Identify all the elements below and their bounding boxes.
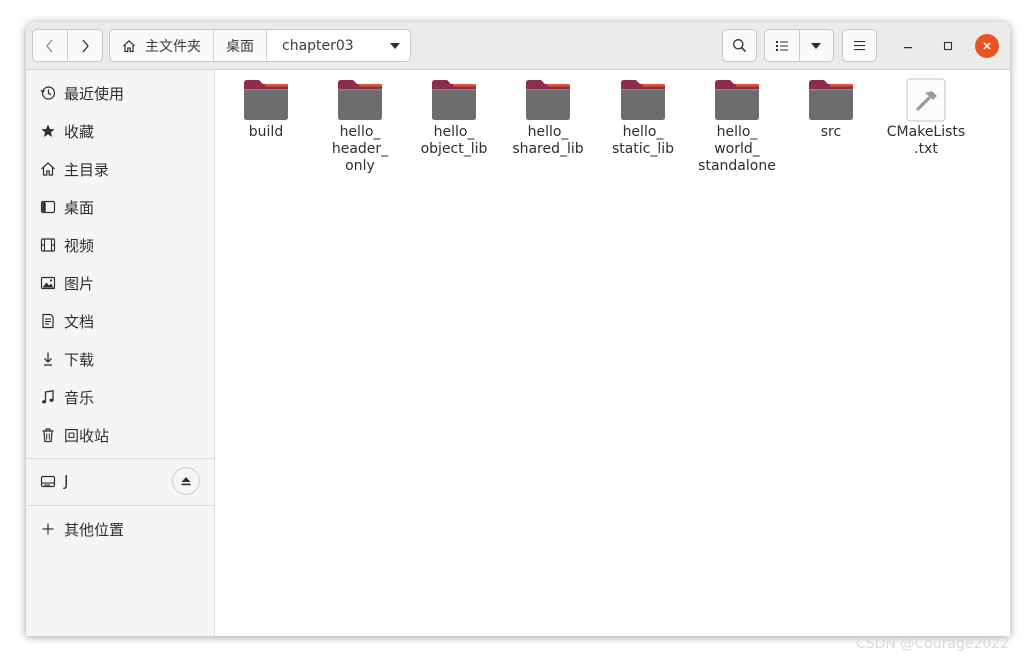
folder-icon xyxy=(432,80,476,120)
sidebar-item-label: 桌面 xyxy=(64,198,95,217)
sidebar-item-label: 收藏 xyxy=(64,122,95,141)
sidebar: 最近使用 收藏 主目录 桌面 视频 图片 文档 下载 音乐 回收站 J 其他位置 xyxy=(26,70,215,636)
maximize-icon xyxy=(943,41,953,51)
breadcrumb: 主文件夹 桌面 chapter03 xyxy=(109,29,411,62)
folder-item-hello-shared-lib[interactable]: hello_ shared_lib xyxy=(502,78,594,158)
video-icon xyxy=(40,238,56,252)
sidebar-item-drive-j[interactable]: J xyxy=(26,462,214,500)
drive-icon xyxy=(40,475,56,488)
list-view-button[interactable] xyxy=(765,30,799,61)
file-label: hello_ shared_lib xyxy=(512,124,584,157)
sidebar-item-starred[interactable]: 收藏 xyxy=(26,112,214,150)
file-label: build xyxy=(248,124,284,140)
navigation-buttons xyxy=(32,29,103,62)
file-label: CMakeLists .txt xyxy=(886,124,966,157)
folder-icon xyxy=(715,80,759,120)
header-bar: 主文件夹 桌面 chapter03 xyxy=(26,22,1010,70)
file-item-cmakelists[interactable]: CMakeLists .txt xyxy=(880,78,972,158)
chevron-down-icon xyxy=(390,42,400,49)
sidebar-item-desktop[interactable]: 桌面 xyxy=(26,188,214,226)
minimize-button[interactable] xyxy=(896,34,920,58)
folder-item-src[interactable]: src xyxy=(785,78,877,141)
back-button[interactable] xyxy=(33,30,67,61)
home-icon xyxy=(41,162,55,176)
folder-icon xyxy=(244,80,288,120)
sidebar-item-label: 主目录 xyxy=(64,160,110,179)
view-toggle-group xyxy=(764,29,834,62)
menu-button[interactable] xyxy=(842,29,877,62)
breadcrumb-home[interactable]: 主文件夹 xyxy=(110,30,213,61)
chevron-right-icon xyxy=(82,39,89,52)
hamburger-icon xyxy=(854,41,865,51)
sidebar-item-home[interactable]: 主目录 xyxy=(26,150,214,188)
picture-icon xyxy=(40,276,56,290)
folder-item-hello-world-standalone[interactable]: hello_ world_ standalone xyxy=(691,78,783,175)
sidebar-item-pictures[interactable]: 图片 xyxy=(26,264,214,302)
plus-icon xyxy=(42,523,54,535)
document-icon xyxy=(42,313,54,329)
chevron-down-icon xyxy=(811,42,822,49)
eject-icon xyxy=(181,477,191,486)
sidebar-item-label: 音乐 xyxy=(64,388,95,407)
view-options-button[interactable] xyxy=(798,30,834,61)
maximize-button[interactable] xyxy=(936,34,960,58)
sidebar-item-label: 最近使用 xyxy=(64,84,125,103)
close-button[interactable] xyxy=(975,34,999,58)
sidebar-item-downloads[interactable]: 下载 xyxy=(26,340,214,378)
clock-icon xyxy=(40,86,56,100)
minimize-icon xyxy=(904,47,912,49)
breadcrumb-home-label: 主文件夹 xyxy=(145,38,201,55)
star-icon xyxy=(41,124,55,137)
close-icon xyxy=(983,42,991,50)
breadcrumb-current-label: chapter03 xyxy=(282,37,354,54)
sidebar-item-other-locations[interactable]: 其他位置 xyxy=(26,510,214,548)
sidebar-item-label: 其他位置 xyxy=(64,520,125,539)
search-button[interactable] xyxy=(722,29,757,62)
file-label: hello_ object_lib xyxy=(420,124,488,157)
folder-item-hello-header-only[interactable]: hello_ header_ only xyxy=(314,78,406,175)
folder-icon xyxy=(526,80,570,120)
file-label: hello_ header_ only xyxy=(331,124,389,174)
breadcrumb-desktop[interactable]: 桌面 xyxy=(213,30,266,61)
sidebar-item-label: 下载 xyxy=(64,350,95,369)
trash-icon xyxy=(42,428,54,443)
file-manager-window: 主文件夹 桌面 chapter03 最近使用 收藏 主目录 桌面 视频 图片 文… xyxy=(26,22,1010,636)
sidebar-item-videos[interactable]: 视频 xyxy=(26,226,214,264)
file-view: build hello_ header_ only hello_ object_lib… xyxy=(215,70,1010,636)
home-icon xyxy=(123,39,135,52)
folder-icon xyxy=(338,80,382,120)
sidebar-item-recent[interactable]: 最近使用 xyxy=(26,74,214,112)
sidebar-item-music[interactable]: 音乐 xyxy=(26,378,214,416)
chevron-left-icon xyxy=(46,39,53,52)
build-file-icon xyxy=(906,78,946,122)
search-icon xyxy=(733,39,747,53)
sidebar-item-label: 回收站 xyxy=(64,426,110,445)
sidebar-item-label: J xyxy=(64,472,69,490)
file-label: hello_ world_ standalone xyxy=(698,124,776,174)
sidebar-item-label: 图片 xyxy=(64,274,95,293)
sidebar-item-documents[interactable]: 文档 xyxy=(26,302,214,340)
download-icon xyxy=(44,352,52,366)
sidebar-divider xyxy=(26,505,214,506)
file-label: hello_ static_lib xyxy=(611,124,675,157)
breadcrumb-current[interactable]: chapter03 xyxy=(266,30,410,61)
folder-item-hello-static-lib[interactable]: hello_ static_lib xyxy=(597,78,689,158)
sidebar-item-label: 文档 xyxy=(64,312,95,331)
sidebar-item-label: 视频 xyxy=(64,236,95,255)
watermark: CSDN @Courage2022 xyxy=(856,636,1010,652)
forward-button[interactable] xyxy=(67,30,102,61)
eject-button[interactable] xyxy=(172,467,200,495)
folder-item-build[interactable]: build xyxy=(220,78,312,141)
sidebar-item-trash[interactable]: 回收站 xyxy=(26,416,214,454)
music-icon xyxy=(42,390,54,404)
folder-item-hello-object-lib[interactable]: hello_ object_lib xyxy=(408,78,500,158)
desktop-icon xyxy=(40,200,56,214)
breadcrumb-desktop-label: 桌面 xyxy=(226,38,254,55)
folder-icon xyxy=(809,80,853,120)
sidebar-divider xyxy=(26,458,214,459)
list-view-icon xyxy=(775,40,788,51)
folder-icon xyxy=(621,80,665,120)
file-label: src xyxy=(820,124,842,140)
